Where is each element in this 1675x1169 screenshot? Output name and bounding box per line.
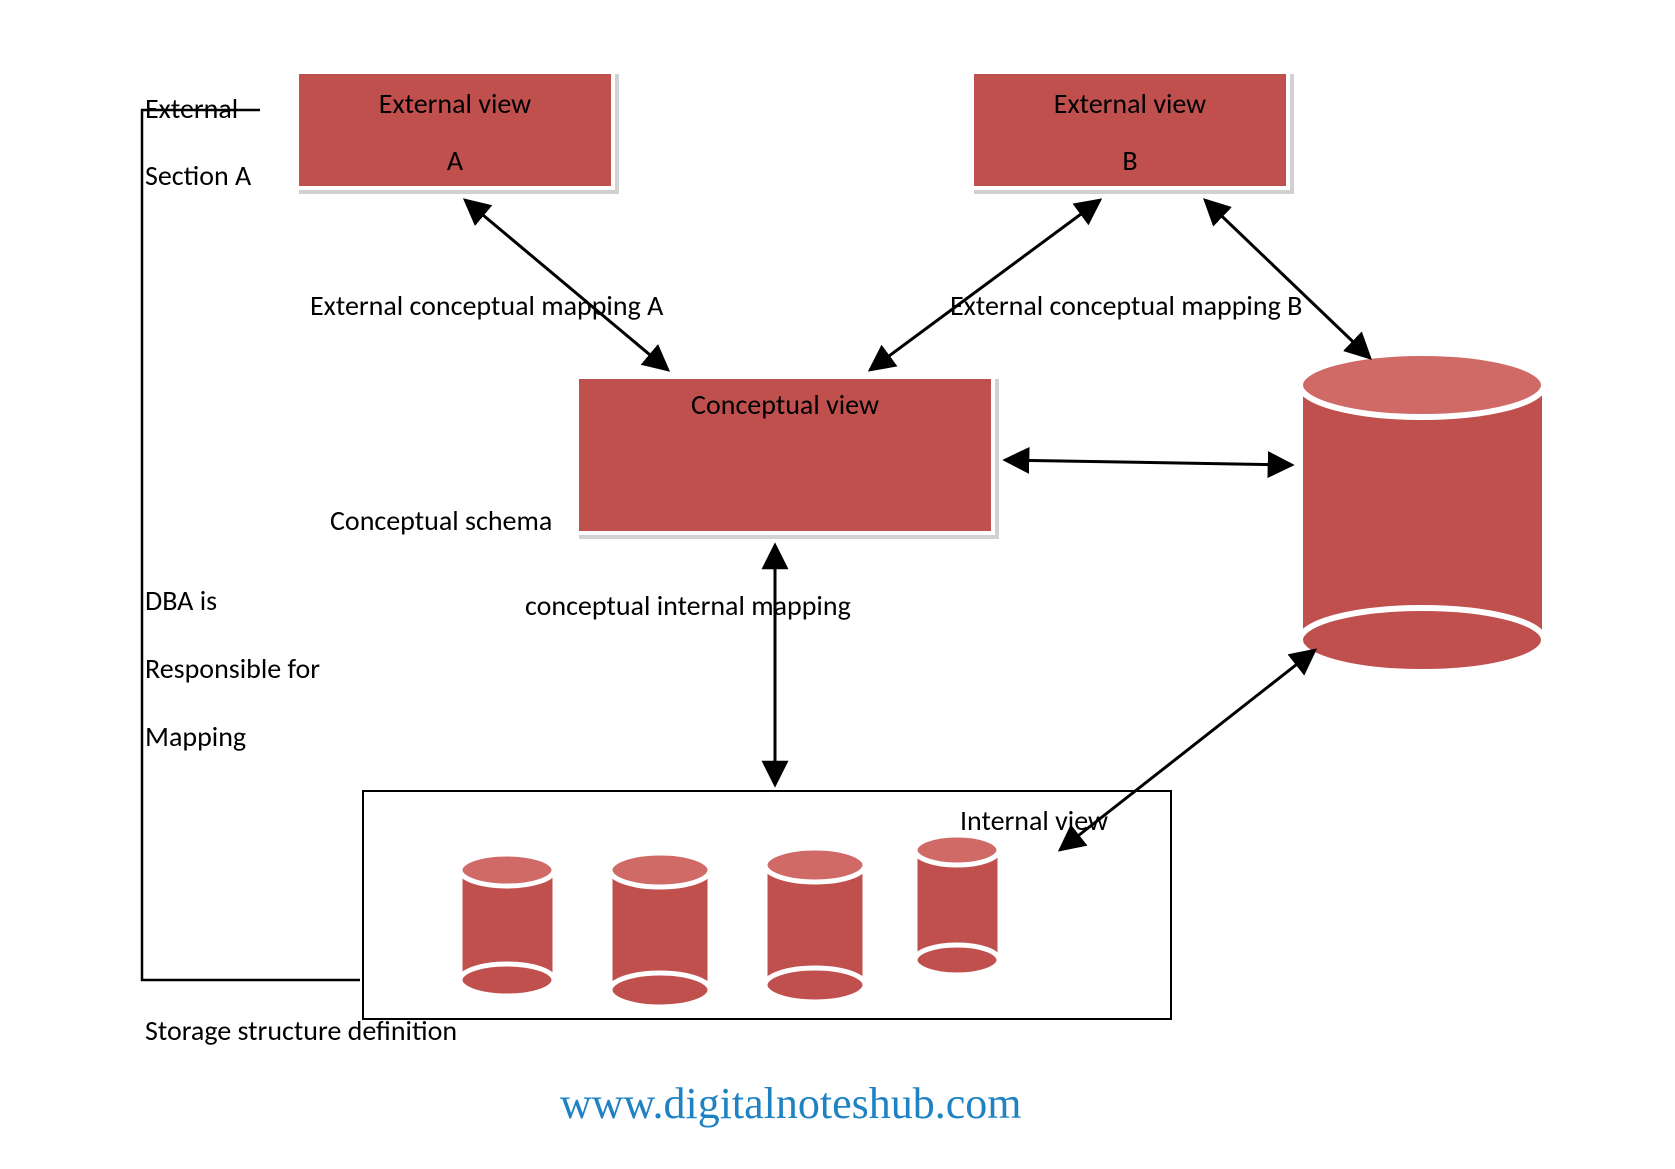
external-view-b-line1: External view xyxy=(1054,86,1206,121)
label-dbms1: Database xyxy=(1320,435,1426,477)
label-conc-int-map: conceptual internal mapping xyxy=(525,585,851,627)
label-conceptual-schema: Conceptual schema xyxy=(330,500,552,542)
label-ext-map-b: External conceptual mapping B xyxy=(950,285,1302,327)
conceptual-view-box: Conceptual view xyxy=(575,375,995,535)
external-view-a-box: External view A xyxy=(295,70,615,190)
label-external: External xyxy=(145,88,238,130)
label-dba1: DBA is xyxy=(145,580,217,622)
arrow-extb-dbms xyxy=(1205,200,1370,358)
conceptual-view-line1: Conceptual view xyxy=(691,387,879,422)
label-dba2: Responsible for xyxy=(145,648,320,690)
label-dba3: Mapping xyxy=(145,716,246,758)
label-ext-map-a: External conceptual mapping A xyxy=(310,285,663,327)
external-view-b-line2: B xyxy=(1122,141,1137,180)
external-view-a-line2: A xyxy=(447,141,463,180)
external-view-a-line1: External view xyxy=(379,86,531,121)
watermark: www.digitalnoteshub.com xyxy=(560,1078,1022,1129)
label-dbms3: System xyxy=(1320,575,1401,617)
arrow-conceptual-dbms xyxy=(1005,460,1292,465)
label-dbms2: Management xyxy=(1320,505,1472,547)
label-section-a: Section A xyxy=(145,155,251,197)
dba-bracket-line xyxy=(142,110,360,980)
external-view-b-box: External view B xyxy=(970,70,1290,190)
label-internal-view: Internal view xyxy=(960,800,1108,842)
label-storage-def: Storage structure definition xyxy=(145,1010,457,1052)
